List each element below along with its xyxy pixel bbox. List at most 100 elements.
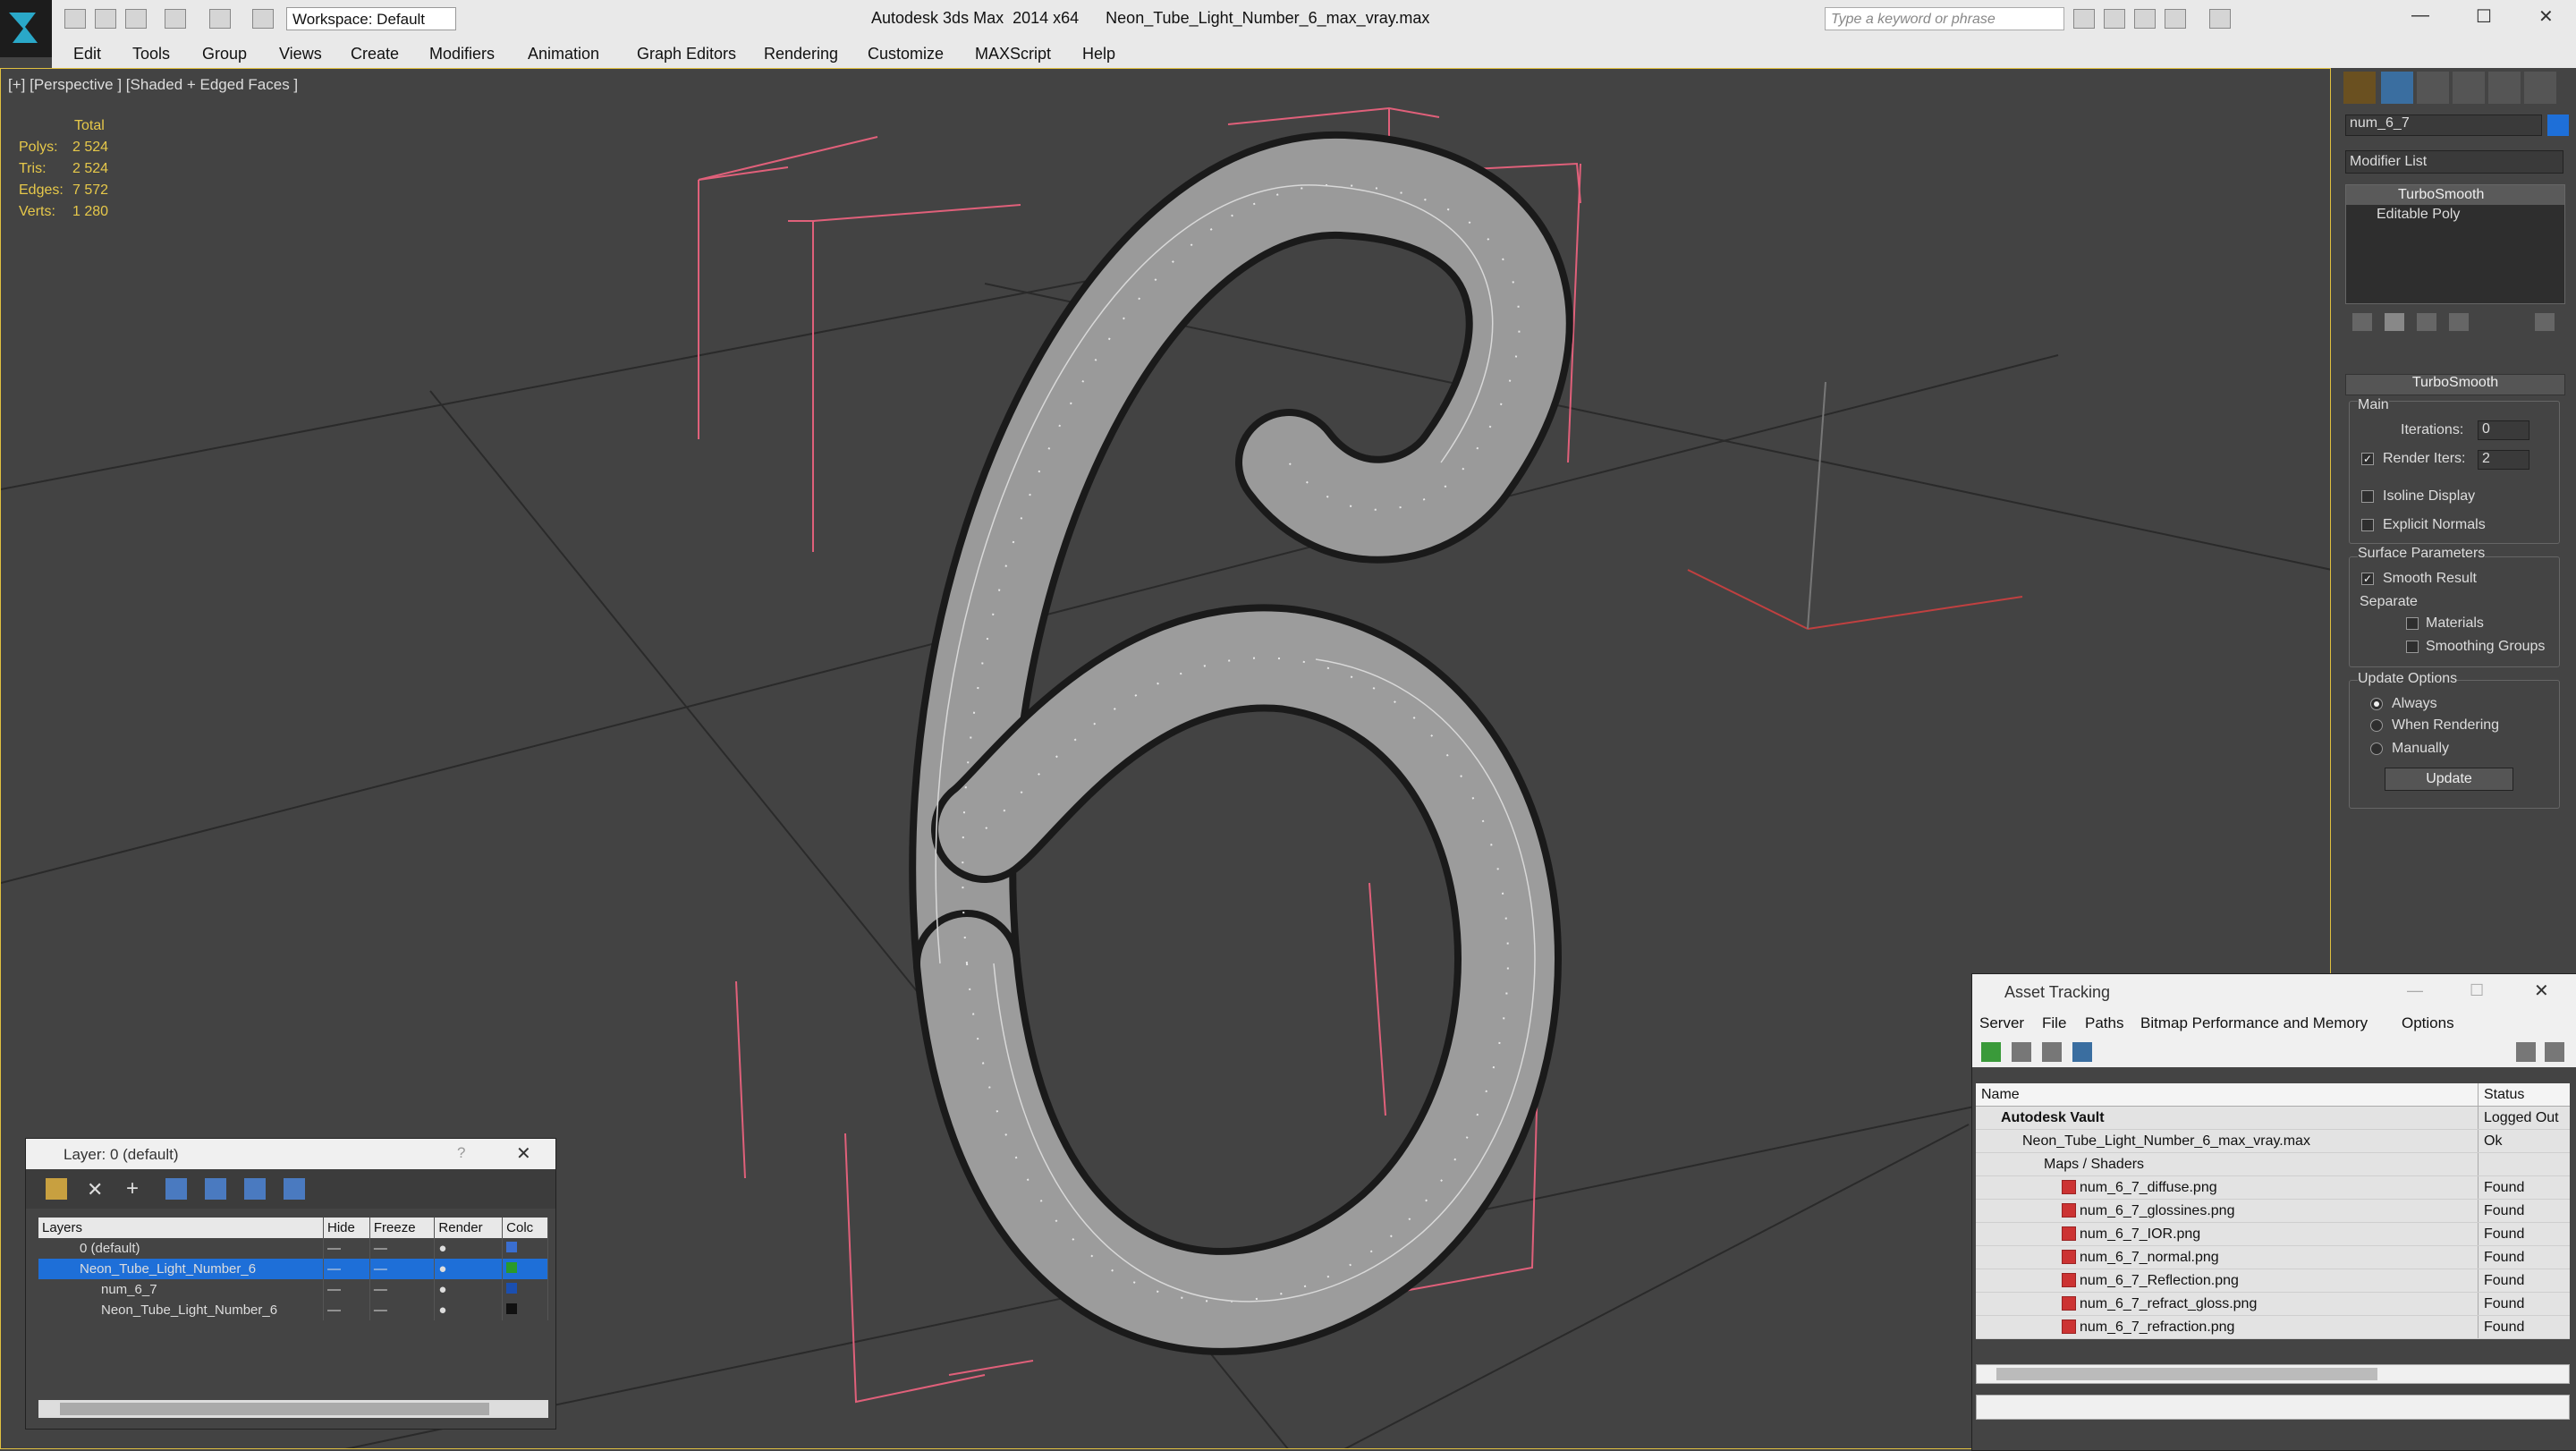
thumbnail-view-icon[interactable] xyxy=(2042,1042,2062,1062)
always-radio[interactable] xyxy=(2370,698,2383,710)
layer-row[interactable]: Neon_Tube_Light_Number_6— — ● xyxy=(38,1300,548,1320)
communication-icon[interactable] xyxy=(2134,9,2156,29)
hide-toggle[interactable]: — xyxy=(323,1279,370,1300)
materials-checkbox[interactable] xyxy=(2406,617,2419,630)
menu-animation[interactable]: Animation xyxy=(528,45,599,64)
hide-toggle[interactable]: — xyxy=(323,1238,370,1259)
hide-all-icon[interactable] xyxy=(244,1178,266,1200)
hide-toggle[interactable]: — xyxy=(323,1259,370,1279)
layer-window-titlebar[interactable]: Layer: 0 (default) ? ✕ xyxy=(26,1139,555,1169)
layer-color-swatch[interactable] xyxy=(502,1279,548,1300)
make-unique-icon[interactable] xyxy=(2417,313,2436,331)
explicit-normals-checkbox[interactable] xyxy=(2361,519,2374,531)
layer-name[interactable]: 0 (default) xyxy=(38,1238,324,1259)
list-view-icon[interactable] xyxy=(2012,1042,2031,1062)
col-color[interactable]: Colc xyxy=(502,1218,548,1238)
smoothing-groups-checkbox[interactable] xyxy=(2406,641,2419,653)
layer-color-swatch[interactable] xyxy=(502,1238,548,1259)
asset-row[interactable]: num_6_7_glossines.png Found xyxy=(1976,1199,2570,1223)
new-layer-icon[interactable] xyxy=(46,1178,67,1200)
freeze-all-icon[interactable] xyxy=(284,1178,305,1200)
minimize-icon[interactable]: — xyxy=(2407,981,2423,1000)
col-name[interactable]: Name xyxy=(1976,1083,2479,1107)
close-icon[interactable]: ✕ xyxy=(2538,5,2554,28)
layer-row[interactable]: 0 (default) — — ● xyxy=(38,1238,548,1259)
close-icon[interactable]: ✕ xyxy=(2534,980,2549,1002)
asset-row[interactable]: num_6_7_diffuse.png Found xyxy=(1976,1175,2570,1200)
undo-icon[interactable] xyxy=(165,9,186,29)
asset-row[interactable]: Autodesk Vault Logged Out xyxy=(1976,1106,2570,1130)
isoline-display-checkbox[interactable] xyxy=(2361,490,2374,503)
asset-row[interactable]: num_6_7_IOR.png Found xyxy=(1976,1222,2570,1246)
manually-radio[interactable] xyxy=(2370,742,2383,755)
horizontal-scrollbar[interactable] xyxy=(38,1400,548,1418)
asset-row[interactable]: num_6_7_Reflection.png Found xyxy=(1976,1269,2570,1293)
motion-tab-icon[interactable] xyxy=(2453,72,2485,104)
menu-bitmap-performance[interactable]: Bitmap Performance and Memory xyxy=(2140,1014,2368,1032)
maximize-icon[interactable]: ☐ xyxy=(2470,981,2484,1000)
menu-group[interactable]: Group xyxy=(202,45,247,64)
menu-customize[interactable]: Customize xyxy=(868,45,944,64)
refresh-icon[interactable] xyxy=(1981,1042,2001,1062)
render-iters-checkbox[interactable]: ✓ xyxy=(2361,453,2374,465)
pin-stack-icon[interactable] xyxy=(2352,313,2372,331)
asset-row[interactable]: num_6_7_refraction.png Found xyxy=(1976,1315,2570,1339)
menu-edit[interactable]: Edit xyxy=(73,45,101,64)
new-file-icon[interactable] xyxy=(64,9,86,29)
number-six-mesh[interactable] xyxy=(909,131,1573,1355)
subscription-icon[interactable] xyxy=(2104,9,2125,29)
turbosmooth-rollout-header[interactable]: TurboSmooth xyxy=(2345,374,2565,395)
col-freeze[interactable]: Freeze xyxy=(369,1218,436,1238)
render-toggle[interactable]: ● xyxy=(434,1300,504,1320)
menu-tools[interactable]: Tools xyxy=(132,45,170,64)
binoculars-icon[interactable] xyxy=(2073,9,2095,29)
asset-tracking-titlebar[interactable]: Asset Tracking — ☐ ✕ xyxy=(1972,974,2576,1010)
freeze-toggle[interactable]: — xyxy=(369,1300,436,1320)
col-hide[interactable]: Hide xyxy=(323,1218,370,1238)
asset-row[interactable]: Maps / Shaders xyxy=(1976,1152,2570,1176)
table-view-icon[interactable] xyxy=(2072,1042,2092,1062)
iterations-spinner[interactable]: 0 xyxy=(2478,420,2529,440)
asset-path-field[interactable] xyxy=(1976,1395,2570,1420)
smooth-result-checkbox[interactable]: ✓ xyxy=(2361,573,2374,585)
render-toggle[interactable]: ● xyxy=(434,1259,504,1279)
layer-color-swatch[interactable] xyxy=(502,1300,548,1320)
create-tab-icon[interactable] xyxy=(2343,72,2376,104)
context-help-icon[interactable] xyxy=(2545,1042,2564,1062)
stack-item-editable-poly[interactable]: Editable Poly xyxy=(2346,205,2564,225)
favorites-star-icon[interactable] xyxy=(2165,9,2186,29)
search-input[interactable]: Type a keyword or phrase xyxy=(1825,7,2064,30)
menu-modifiers[interactable]: Modifiers xyxy=(429,45,495,64)
display-tab-icon[interactable] xyxy=(2488,72,2521,104)
render-iters-spinner[interactable]: 2 xyxy=(2478,450,2529,470)
hierarchy-tab-icon[interactable] xyxy=(2417,72,2449,104)
object-color-swatch[interactable] xyxy=(2547,115,2569,136)
maximize-icon[interactable]: ☐ xyxy=(2476,5,2492,28)
delete-layer-icon[interactable]: ✕ xyxy=(87,1178,108,1201)
select-objects-icon[interactable] xyxy=(165,1178,187,1200)
menu-paths[interactable]: Paths xyxy=(2085,1014,2123,1032)
freeze-toggle[interactable]: — xyxy=(369,1279,436,1300)
freeze-toggle[interactable]: — xyxy=(369,1259,436,1279)
redo-icon[interactable] xyxy=(209,9,231,29)
menu-views[interactable]: Views xyxy=(279,45,322,64)
layer-color-swatch[interactable] xyxy=(502,1259,548,1279)
when-rendering-radio[interactable] xyxy=(2370,719,2383,732)
object-name[interactable]: num_6_7 xyxy=(38,1279,324,1300)
render-toggle[interactable]: ● xyxy=(434,1238,504,1259)
asset-row[interactable]: Neon_Tube_Light_Number_6_max_vray.max Ok xyxy=(1976,1129,2570,1153)
layer-row-selected[interactable]: Neon_Tube_Light_Number_6— — ● xyxy=(38,1259,548,1279)
show-end-result-icon[interactable] xyxy=(2385,313,2404,331)
hide-toggle[interactable]: — xyxy=(323,1300,370,1320)
menu-server[interactable]: Server xyxy=(1979,1014,2024,1032)
menu-graph-editors[interactable]: Graph Editors xyxy=(637,45,736,64)
menu-rendering[interactable]: Rendering xyxy=(764,45,838,64)
menu-help[interactable]: Help xyxy=(1082,45,1115,64)
modifier-list-dropdown[interactable]: Modifier List xyxy=(2345,150,2563,174)
scrollbar-thumb[interactable] xyxy=(1996,1368,2377,1380)
asset-row[interactable]: num_6_7_refract_gloss.png Found xyxy=(1976,1292,2570,1316)
asset-horizontal-scrollbar[interactable] xyxy=(1976,1364,2570,1384)
remove-modifier-icon[interactable] xyxy=(2449,313,2469,331)
close-icon[interactable]: ✕ xyxy=(516,1142,531,1165)
menu-create[interactable]: Create xyxy=(351,45,399,64)
